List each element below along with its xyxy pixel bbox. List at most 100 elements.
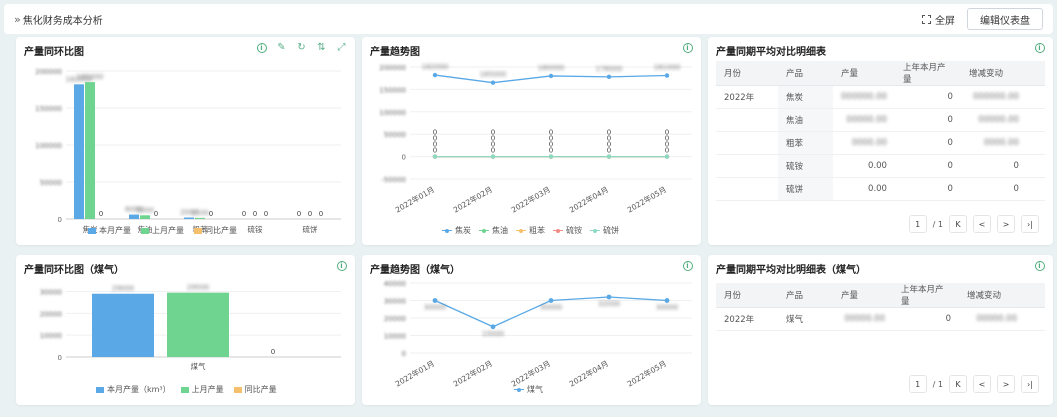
table-row[interactable]: 硫铵 0.00 0 0 [716,154,1045,178]
column-header[interactable]: 产量 [833,283,893,308]
panel-title: 产量同期平均对比明细表 [716,47,826,58]
column-header-spacer [1025,283,1045,308]
y-tick-label: 10000 [40,332,62,340]
legend-item[interactable]: 上月产量 [141,225,184,236]
cell-change: 00000.00 [960,108,1027,132]
table-row[interactable]: 粗苯 0000.00 0 0000.00 [716,131,1045,155]
bar [140,215,150,219]
panel-gas-output-trend: 产量趋势图（煤气） i 0 10000 20000 30000 40000 2022年01… [362,255,701,405]
info-icon[interactable]: i [682,42,693,53]
bar-value-label: 0 [242,210,246,218]
line-chart: 0 10000 20000 30000 40000 2022年01月 2022年02月 202… [384,280,692,389]
y-tick-label: 200000 [379,64,406,72]
line-chart: -50000 0 50000 100000 150000 200000 2022年01月 20… [379,63,692,215]
legend-item[interactable]: 焦炭 [442,225,471,236]
page-total: / 1 [932,379,943,389]
y-tick-label: 150000 [35,105,62,113]
info-icon[interactable]: i [1034,260,1045,271]
data-point [432,72,438,78]
data-label: 0 [491,129,495,137]
bar-value-label: 1500 [191,209,209,217]
prev-page-button[interactable]: < [973,215,991,233]
y-tick-label: 200000 [35,68,62,76]
legend-item[interactable]: 粗苯 [516,225,545,236]
data-label: 30000 [540,304,562,312]
column-header[interactable]: 产品 [778,61,833,86]
y-tick-label: 30000 [384,298,406,306]
legend-item[interactable]: 同比产量 [194,225,237,236]
bar [74,84,84,219]
column-header[interactable]: 上年本月产量 [893,283,959,308]
fullscreen-button[interactable]: 全屏 [922,12,955,27]
bar [129,214,139,219]
column-header[interactable]: 产品 [778,283,833,308]
data-point [548,154,554,159]
table-row[interactable]: 硫饼 0.00 0 0 [716,177,1045,201]
cell-product: 粗苯 [778,131,833,155]
info-icon[interactable]: i [256,42,267,53]
breadcrumb[interactable]: ›› 焦化财务成本分析 [14,12,103,27]
legend-item[interactable]: 硫饼 [590,225,619,236]
column-header[interactable]: 增减变动 [960,61,1027,86]
data-label: 182000 [422,63,449,71]
table-row[interactable]: 2022年 焦炭 000000.00 0 000000.00 [716,85,1045,109]
x-tick-label: 2022年01月 [393,358,436,388]
cell-month: 2022年 [716,85,778,109]
cell-change: 0 [960,154,1027,178]
first-page-button[interactable]: K [949,215,967,233]
column-header[interactable]: 产量 [833,61,895,86]
data-label: 30000 [424,304,446,312]
refresh-icon[interactable]: ↻ [296,42,307,53]
legend-item[interactable]: 本月产量 [88,225,131,236]
legend-item[interactable]: 焦油 [479,225,508,236]
table-row[interactable]: 2022年 煤气 00000.00 0 00000.00 [716,307,1045,331]
prev-page-button[interactable]: < [973,375,991,393]
legend-item[interactable]: 硫铵 [553,225,582,236]
last-page-button[interactable]: ›| [1021,375,1039,393]
bar-value-label: 29500 [187,284,209,292]
table-row[interactable]: 焦油 00000.00 0 00000.00 [716,108,1045,132]
edit-dashboard-button[interactable]: 编辑仪表盘 [967,8,1043,30]
column-header[interactable]: 增减变动 [959,283,1025,308]
page-number[interactable]: 1 [908,215,927,233]
sort-icon[interactable]: ⇅ [316,42,327,53]
last-page-button[interactable]: ›| [1021,215,1039,233]
legend-item[interactable]: 上月产量 [180,384,224,395]
legend-item[interactable]: 同比产量 [233,384,277,395]
y-tick-label: 100000 [379,109,406,117]
column-header[interactable]: 月份 [716,283,778,308]
chart-legend: 本月产量（km³） 上月产量 同比产量 [96,384,277,395]
first-page-button[interactable]: K [949,375,967,393]
panel-title: 产量同环比图（煤气） [24,265,124,276]
bar-value-label: 5000 [136,206,154,214]
legend-item[interactable]: 本月产量（km³） [96,384,171,395]
next-page-button[interactable]: > [997,375,1015,393]
info-icon[interactable]: i [336,260,347,271]
data-point [548,73,554,79]
expand-icon[interactable]: ⤢ [336,42,347,53]
data-point [548,298,554,303]
page-number[interactable]: 1 [908,375,927,393]
info-icon[interactable]: i [1034,42,1045,53]
data-point [606,154,612,159]
brush-icon[interactable]: ✎ [276,42,287,53]
y-tick-label: 0 [402,350,406,358]
info-icon[interactable]: i [682,260,693,271]
panel-title: 产量同期平均对比明细表（煤气） [716,265,866,276]
next-page-button[interactable]: > [997,215,1015,233]
bar [184,217,194,219]
double-chevron-icon: ›› [14,12,21,26]
legend-item[interactable]: 煤气 [514,384,543,395]
cell-last-year: 0 [894,154,961,178]
column-header[interactable]: 上年本月产量 [894,61,961,86]
data-point [606,74,612,80]
y-tick-label: 20000 [384,315,406,323]
bar [92,293,154,357]
bar-value-label: 0 [297,210,301,218]
data-point [432,154,438,159]
bar-chart: 0 10000 20000 30000 29000 29500 0 煤气 [40,284,341,371]
cell-last-year: 0 [894,177,961,201]
y-tick-label: 50000 [40,179,62,187]
panel-title: 产量趋势图（煤气） [370,265,460,276]
column-header[interactable]: 月份 [716,61,778,86]
